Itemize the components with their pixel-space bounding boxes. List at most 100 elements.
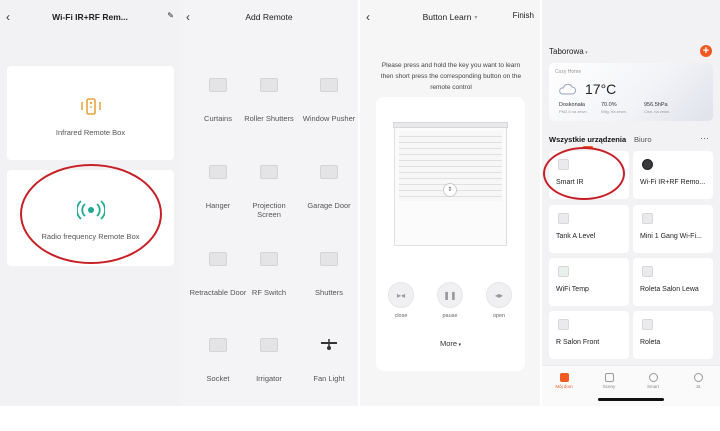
device-icon: [642, 266, 653, 277]
tab-all-devices[interactable]: Wszystkie urządzenia: [549, 135, 627, 148]
my-home-icon: [559, 373, 569, 382]
remote-type-label: Fan Light: [313, 374, 345, 383]
remote-type-garage-door[interactable]: Garage Door: [300, 165, 358, 245]
pause-label: pause: [442, 313, 458, 319]
device-icon: [558, 213, 569, 224]
remote-type-label: Retractable Door: [189, 288, 247, 297]
remote-type-projection-screen[interactable]: Projection Screen: [240, 165, 298, 245]
device-icon: [642, 159, 653, 170]
device-name: Tank A Level: [556, 233, 596, 240]
rf-switch-icon: [260, 252, 278, 266]
device-card[interactable]: Roleta Salon Lewa: [633, 258, 713, 306]
remote-type-retractable-door[interactable]: Retractable Door: [189, 252, 247, 332]
shutters-icon: [320, 252, 338, 266]
bottom-tab-me[interactable]: Ja: [683, 373, 713, 389]
more-options-icon[interactable]: ···: [700, 133, 709, 143]
chevron-down-icon: ▾: [457, 342, 461, 348]
device-icon: [558, 266, 569, 277]
bottom-tab-smart[interactable]: Smart: [638, 373, 668, 389]
remote-type-roller-shutters[interactable]: Roller Shutters: [240, 78, 298, 158]
device-card[interactable]: R Salon Front: [549, 311, 629, 359]
device-card[interactable]: Mini 1 Gang Wi-Fi...: [633, 205, 713, 253]
device-name: Roleta Salon Lewa: [640, 286, 699, 293]
retractable-door-icon: [209, 252, 227, 266]
finish-button[interactable]: Finish: [513, 11, 534, 20]
bottom-tab-scenes[interactable]: Sceny: [594, 373, 624, 389]
projection-screen-icon: [260, 165, 278, 179]
annotation-circle: [20, 164, 162, 264]
remote-type-label: Projection Screen: [252, 201, 286, 219]
more-label: More: [440, 339, 458, 348]
bottom-tab-my-home[interactable]: Mój dom: [549, 373, 579, 389]
home-selector[interactable]: Taborowa ▾: [549, 47, 588, 56]
header: ‹ Wi-Fi IR+RF Rem... ✎: [0, 0, 180, 34]
card-label: Infrared Remote Box: [55, 128, 126, 137]
device-icon: [642, 319, 653, 330]
remote-type-label: Hanger: [205, 201, 231, 210]
bottom-tab-bar: Mój dom Sceny Smart Ja: [542, 365, 720, 406]
smart-icon: [648, 373, 658, 382]
device-icon: [558, 319, 569, 330]
pressure-value: 956.5hPa: [644, 102, 668, 108]
device-name: R Salon Front: [556, 339, 600, 346]
add-device-button[interactable]: +: [700, 45, 712, 57]
close-arrows-icon: ▸◂: [396, 290, 406, 300]
bottom-tab-label: Sceny: [602, 384, 616, 389]
remote-type-label: Irrigator: [256, 374, 282, 383]
device-card[interactable]: Wi-Fi IR+RF Remo...: [633, 151, 713, 199]
remote-type-irrigator[interactable]: Irrigator: [240, 338, 298, 406]
remote-panel: ⇕ ▸◂ close ❚❚ pause ◂▸ open More ▾: [376, 97, 525, 371]
temperature: 17°C: [585, 81, 617, 97]
open-button[interactable]: ◂▸: [486, 282, 512, 308]
weather-card[interactable]: Cozy Home 17°C Doskonała PM2.5 na zewn. …: [549, 63, 713, 121]
remote-type-label: Roller Shutters: [244, 114, 294, 123]
remote-type-rf-switch[interactable]: RF Switch: [240, 252, 298, 332]
tab-label: Wszystkie urządzenia: [549, 135, 627, 144]
home-name: Taborowa: [549, 47, 584, 56]
remote-type-window-pusher[interactable]: Window Pusher: [300, 78, 358, 158]
edit-icon[interactable]: ✎: [167, 11, 174, 20]
air-quality-value: Doskonała: [559, 102, 585, 108]
home-indicator: [598, 398, 664, 401]
chevron-down-icon: ▾: [583, 50, 588, 56]
socket-icon: [209, 338, 227, 352]
remote-type-shutters[interactable]: Shutters: [300, 252, 358, 332]
remote-type-socket[interactable]: Socket: [189, 338, 247, 406]
page-title: Button Learn: [422, 12, 472, 22]
open-arrows-icon: ◂▸: [494, 290, 504, 300]
remote-type-curtains[interactable]: Curtains: [189, 78, 247, 158]
header: ‹ Button Learn ▾ Finish: [360, 0, 540, 34]
chevron-down-icon[interactable]: ▾: [474, 14, 477, 21]
window-pusher-icon: [320, 78, 338, 92]
remote-type-label: Window Pusher: [302, 114, 356, 123]
infrared-remote-box-card[interactable]: Infrared Remote Box: [7, 66, 174, 160]
remote-type-label: Curtains: [204, 114, 232, 123]
move-handle-icon[interactable]: ⇕: [443, 183, 457, 197]
device-icon: [642, 213, 653, 224]
device-card[interactable]: WiFi Temp: [549, 258, 629, 306]
page-title: Add Remote: [245, 12, 293, 22]
back-icon[interactable]: ‹: [6, 10, 10, 24]
pause-button[interactable]: ❚❚: [437, 282, 463, 308]
device-card[interactable]: Tank A Level: [549, 205, 629, 253]
roller-shutters-icon: [260, 78, 278, 92]
infrared-icon: [81, 98, 101, 115]
back-icon[interactable]: ‹: [366, 10, 370, 24]
remote-type-label: Socket: [206, 374, 230, 383]
remote-type-hanger[interactable]: Hanger: [189, 165, 247, 245]
device-name: Wi-Fi IR+RF Remo...: [640, 179, 706, 186]
device-card[interactable]: Roleta: [633, 311, 713, 359]
tab-biuro[interactable]: Biuro: [634, 135, 652, 144]
humidity-value: 70.0%: [601, 102, 617, 108]
more-button[interactable]: More ▾: [376, 339, 525, 348]
device-name: Mini 1 Gang Wi-Fi...: [640, 233, 702, 240]
remote-type-fan-light[interactable]: Fan Light: [300, 338, 358, 406]
cloud-icon: [559, 83, 576, 95]
close-button[interactable]: ▸◂: [388, 282, 414, 308]
bottom-tab-label: Ja: [695, 384, 701, 389]
remote-type-label: Shutters: [315, 288, 343, 297]
humidity-label: Wilg. na zewn.: [601, 109, 628, 114]
rf-remote-type-screen: ‹ Wi-Fi IR+RF Rem... ✎ Infrared Remote B…: [0, 0, 180, 406]
back-icon[interactable]: ‹: [186, 10, 190, 24]
button-learn-screen: ‹ Button Learn ▾ Finish Please press and…: [360, 0, 540, 406]
